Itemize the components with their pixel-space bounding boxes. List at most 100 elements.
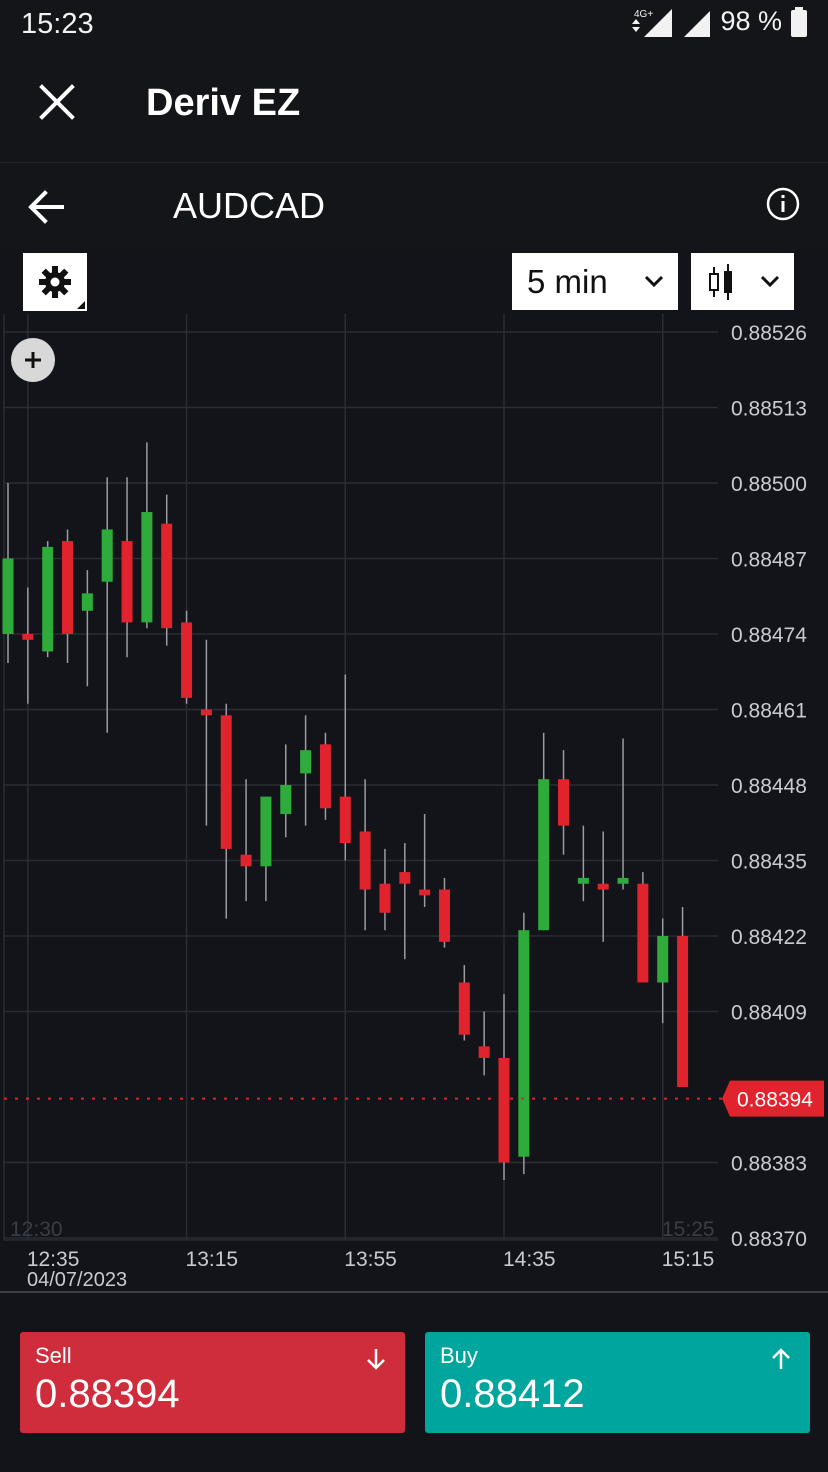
bearish-candle bbox=[121, 477, 133, 658]
corner-indicator-icon bbox=[77, 301, 85, 309]
candle-body bbox=[200, 709, 212, 716]
bearish-candle bbox=[200, 639, 212, 826]
y-tick-label: 0.88435 bbox=[731, 851, 807, 874]
y-tick-label: 0.88513 bbox=[731, 398, 807, 421]
timeframe-select[interactable]: 5 min bbox=[512, 253, 678, 310]
bearish-candle bbox=[637, 872, 649, 983]
x-tick-label: 14:35 bbox=[503, 1248, 556, 1271]
candle-body bbox=[637, 883, 649, 983]
app-title: Deriv EZ bbox=[146, 82, 301, 124]
candle-body bbox=[339, 796, 351, 844]
bullish-candle bbox=[81, 570, 93, 687]
bearish-candle bbox=[22, 587, 34, 704]
x-tick-label: 15:15 bbox=[662, 1248, 715, 1271]
bullish-candle bbox=[260, 796, 272, 902]
current-price-line: 0.88394 bbox=[4, 1080, 824, 1117]
bearish-candle bbox=[498, 994, 510, 1180]
candlestick-icon bbox=[709, 264, 732, 300]
bearish-candle bbox=[319, 732, 331, 820]
symbol-title: AUDCAD bbox=[173, 185, 326, 226]
candle-body bbox=[220, 715, 232, 849]
candle-body bbox=[319, 744, 331, 809]
app-bar: Deriv EZ bbox=[0, 48, 828, 163]
candle-body bbox=[260, 796, 272, 867]
candle-body bbox=[538, 779, 550, 931]
y-tick-label: 0.88422 bbox=[731, 926, 807, 949]
bullish-candle bbox=[42, 541, 54, 658]
bearish-candle bbox=[220, 703, 232, 919]
x-date-label: 04/07/2023 bbox=[27, 1269, 127, 1290]
candle-body bbox=[419, 889, 431, 896]
y-tick-label: 0.88409 bbox=[731, 1002, 807, 1025]
faded-start-time-label: 12:30 bbox=[10, 1218, 63, 1241]
arrow-up-icon bbox=[772, 1348, 790, 1369]
candle-body bbox=[2, 558, 14, 634]
sell-button[interactable]: Sell 0.88394 bbox=[20, 1332, 405, 1433]
price-chart[interactable]: 0.88394 0.88526 0.88513 0.88500 0.88487 0.88… bbox=[0, 250, 828, 1290]
add-indicator-button[interactable] bbox=[11, 338, 55, 382]
bearish-candle bbox=[458, 965, 470, 1041]
status-icons: 4G+ 98 % bbox=[630, 6, 808, 37]
timeframe-label: 5 min bbox=[527, 263, 608, 300]
bearish-candle bbox=[677, 906, 689, 1087]
buy-price: 0.88412 bbox=[440, 1372, 585, 1416]
bullish-candle bbox=[280, 744, 292, 838]
candle-body bbox=[498, 1057, 510, 1163]
back-arrow-icon[interactable] bbox=[26, 186, 68, 228]
arrow-down-icon bbox=[367, 1349, 385, 1370]
candle-body bbox=[42, 546, 54, 652]
candle-body bbox=[62, 541, 74, 634]
y-tick-label: 0.88474 bbox=[731, 624, 807, 647]
candle-body bbox=[438, 889, 450, 942]
candle-body bbox=[657, 936, 669, 983]
chart-settings-button[interactable] bbox=[23, 253, 87, 311]
y-tick-label: 0.88487 bbox=[731, 549, 807, 572]
candle-body bbox=[81, 593, 93, 611]
bullish-candle bbox=[300, 715, 312, 826]
candle-body bbox=[280, 785, 292, 815]
y-tick-label: 0.88461 bbox=[731, 700, 807, 723]
candle-body bbox=[121, 541, 133, 623]
candle-body bbox=[399, 872, 411, 884]
candle-body bbox=[379, 883, 391, 913]
candle-body bbox=[577, 877, 589, 884]
battery-icon bbox=[791, 6, 807, 37]
bullish-candle bbox=[101, 477, 113, 733]
buy-button[interactable]: Buy 0.88412 bbox=[425, 1332, 810, 1433]
bearish-candle bbox=[558, 750, 570, 855]
candle-body bbox=[478, 1046, 490, 1058]
bullish-candle bbox=[657, 918, 669, 1024]
bullish-candle bbox=[518, 912, 530, 1175]
candle-body bbox=[141, 512, 153, 623]
candle-body bbox=[677, 936, 689, 1087]
y-tick-label: 0.88448 bbox=[731, 775, 807, 798]
candle-body bbox=[617, 877, 629, 884]
candlestick-chart[interactable]: 0.88394 0.88526 0.88513 0.88500 0.88487 0.88… bbox=[0, 250, 828, 1290]
candle-body bbox=[22, 634, 34, 640]
network-signal-icon: 4G+ bbox=[632, 8, 673, 37]
chart-type-select[interactable] bbox=[691, 253, 794, 310]
bearish-candle bbox=[181, 610, 193, 704]
y-tick-label: 0.88370 bbox=[731, 1228, 807, 1251]
cell-signal-icon bbox=[684, 10, 711, 37]
candle-body bbox=[181, 622, 193, 698]
x-axis: 12:35 13:15 13:55 14:35 15:15 04/07/2023 12:30… bbox=[10, 1218, 715, 1290]
candle-body bbox=[558, 779, 570, 826]
candle-body bbox=[597, 883, 609, 890]
symbol-bar: AUDCAD bbox=[0, 163, 828, 250]
bearish-candle bbox=[478, 1011, 490, 1076]
chart-grid bbox=[3, 314, 718, 1241]
bullish-candle bbox=[577, 825, 589, 902]
bullish-candle bbox=[617, 738, 629, 890]
chevron-down-icon bbox=[644, 275, 664, 288]
status-bar: 15:23 4G+ 98 % bbox=[0, 0, 828, 48]
chevron-down-icon bbox=[760, 275, 780, 288]
sell-price: 0.88394 bbox=[35, 1372, 180, 1416]
bullish-candle bbox=[538, 732, 550, 931]
y-tick-label: 0.88526 bbox=[731, 322, 807, 345]
bearish-candle bbox=[62, 529, 74, 664]
info-icon[interactable] bbox=[765, 186, 801, 222]
x-tick-label: 12:35 bbox=[27, 1248, 80, 1271]
candle-body bbox=[518, 930, 530, 1157]
close-icon[interactable] bbox=[36, 81, 78, 123]
